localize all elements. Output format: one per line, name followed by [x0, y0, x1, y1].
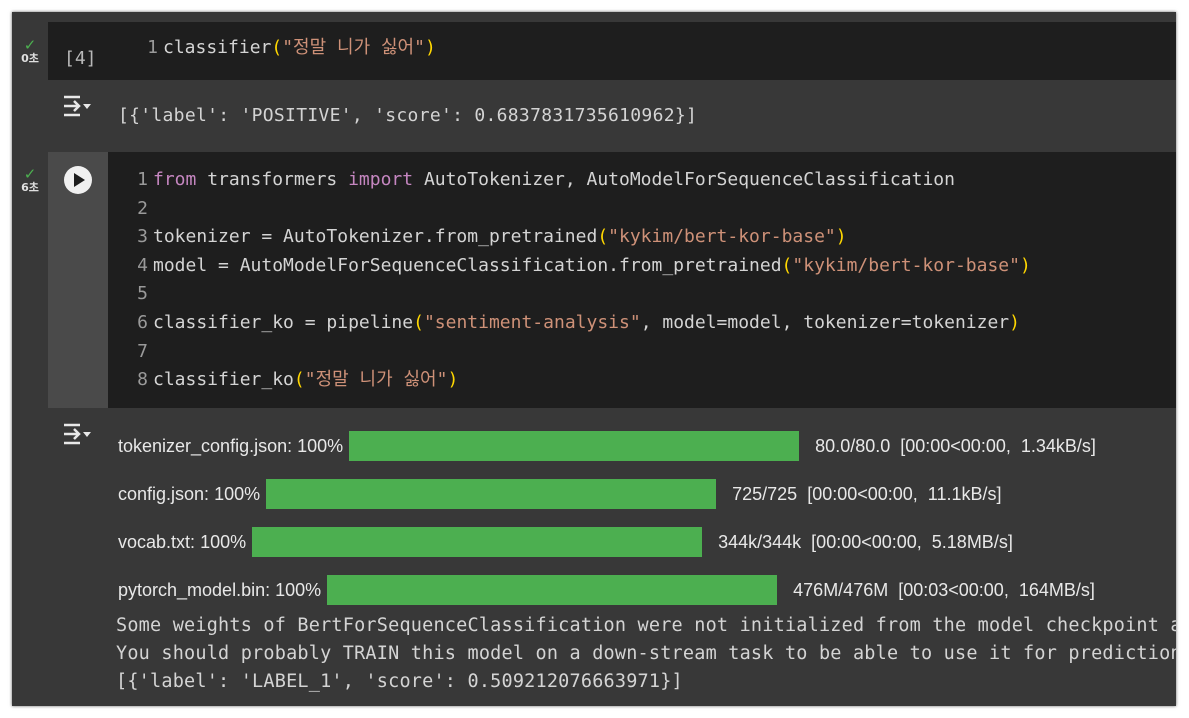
code-line: 5: [130, 280, 1031, 309]
progress-row: vocab.txt: 100% 344k/344k [00:00<00:00, 5…: [118, 526, 1013, 558]
code-line: 6 classifier_ko = pipeline("sentiment-ana…: [130, 309, 1031, 338]
progress-bar: [327, 575, 778, 605]
code-token: ): [835, 226, 847, 248]
cell-2-exec-time: 6초: [21, 181, 39, 194]
code-token: (: [781, 254, 793, 276]
line-number: 3: [137, 226, 148, 248]
cell-1-output: [{'label': 'POSITIVE', 'score': 0.683783…: [48, 80, 1176, 150]
code-line: 7: [130, 338, 1031, 367]
cell-1-status: ✓ 0초: [12, 38, 48, 65]
line-number: 5: [137, 283, 148, 305]
code-string: "kykim/bert-kor-base": [792, 254, 1020, 276]
progress-file-name: tokenizer_config.json:: [118, 435, 293, 456]
progress-row: config.json: 100% 725/725 [00:00<00:00, 1…: [118, 478, 1002, 510]
code-line: 2: [130, 195, 1031, 224]
cell-2-status: ✓ 6초: [12, 167, 48, 194]
code-token: (: [413, 311, 424, 333]
code-string: "정말 니가 싫어": [304, 369, 448, 391]
progress-stats: 80.0/80.0 [00:00<00:00, 1.34kB/s]: [815, 435, 1096, 456]
line-number: 8: [137, 369, 148, 391]
code-token: (: [597, 226, 609, 248]
code-string: "sentiment-analysis": [423, 311, 641, 333]
code-block: 1 from transformers import AutoTokenizer,…: [130, 166, 1031, 395]
cell-1-code-editor[interactable]: [4] 1 classifier("정말 니가 싫어"): [48, 22, 1176, 80]
code-token: (: [271, 37, 283, 58]
cell-1-exec-time: 0초: [21, 52, 39, 65]
code-keyword: import: [348, 169, 414, 190]
progress-stats: 344k/344k [00:00<00:00, 5.18MB/s]: [718, 531, 1013, 552]
cell-2-code-editor[interactable]: 1 from transformers import AutoTokenizer,…: [108, 152, 1176, 408]
code-keyword: from: [153, 169, 197, 190]
code-token: tokenizer = AutoTokenizer.from_pretraine…: [153, 226, 598, 248]
notebook-frame: ✓ 0초 [4] 1 classifier("정말 니가 싫어") [{'labe…: [12, 12, 1176, 706]
code-token: AutoTokenizer, AutoModelForSequenceClass…: [413, 169, 955, 190]
log-line: Some weights of BertForSequenceClassific…: [116, 615, 1176, 636]
code-token: classifier_ko: [153, 369, 294, 391]
code-line: 1 classifier("정말 니가 싫어"): [140, 34, 436, 63]
progress-stats: 725/725 [00:00<00:00, 11.1kB/s]: [732, 483, 1002, 504]
progress-percent: 100%: [297, 435, 344, 456]
cell-2-output: tokenizer_config.json: 100% 80.0/80.0 [00…: [48, 408, 1176, 706]
progress-file-name: config.json:: [118, 483, 210, 504]
line-number: 6: [137, 311, 148, 333]
progress-stats: 476M/476M [00:03<00:00, 164MB/s]: [793, 579, 1095, 600]
code-token: ): [424, 37, 436, 58]
check-icon: ✓: [23, 165, 37, 183]
progress-bar: [266, 479, 717, 509]
code-token: ): [1019, 254, 1031, 276]
code-line: 4 model = AutoModelForSequenceClassificat…: [130, 252, 1031, 281]
line-number: 1: [147, 37, 158, 58]
code-token: ): [447, 369, 459, 391]
log-line: You should probably TRAIN this model on …: [116, 643, 1176, 664]
line-number: 7: [137, 340, 148, 362]
code-line: 3 tokenizer = AutoTokenizer.from_pretrain…: [130, 223, 1031, 252]
line-number: 1: [137, 169, 148, 190]
code-token: ): [1009, 311, 1020, 333]
line-number: 2: [137, 197, 148, 219]
progress-bar: [349, 431, 800, 461]
code-token: (: [293, 369, 305, 391]
cell-1-exec-count: [4]: [64, 48, 97, 69]
code-line: 1 from transformers import AutoTokenizer,…: [130, 166, 1031, 195]
progress-file-name: vocab.txt:: [118, 531, 196, 552]
code-line: 8 classifier_ko("정말 니가 싫어"): [130, 366, 1031, 395]
progress-bar: [252, 527, 703, 557]
progress-percent: 100%: [214, 483, 261, 504]
progress-percent: 100%: [275, 579, 322, 600]
output-toggle-icon[interactable]: [62, 420, 96, 450]
progress-row: tokenizer_config.json: 100% 80.0/80.0 [00…: [118, 430, 1096, 462]
progress-file-name: pytorch_model.bin:: [118, 579, 271, 600]
check-icon: ✓: [23, 36, 37, 54]
log-line: [{'label': 'LABEL_1', 'score': 0.5092120…: [116, 671, 683, 692]
code-token: classifier_ko = pipeline: [153, 311, 414, 333]
cell-gutter: [12, 12, 48, 706]
progress-row: pytorch_model.bin: 100% 476M/476M [00:03<…: [118, 574, 1095, 606]
code-token: , model=model, tokenizer=tokenizer: [640, 311, 1010, 333]
output-toggle-icon[interactable]: [62, 92, 96, 122]
run-cell-button[interactable]: [64, 166, 92, 194]
code-string: "kykim/bert-kor-base": [608, 226, 836, 248]
code-token: classifier: [163, 37, 272, 58]
code-token: transformers: [196, 169, 349, 190]
code-token: model = AutoModelForSequenceClassificati…: [153, 254, 782, 276]
progress-percent: 100%: [200, 531, 247, 552]
cell-1-output-text: [{'label': 'POSITIVE', 'score': 0.683783…: [118, 105, 698, 126]
line-number: 4: [137, 254, 148, 276]
code-string: "정말 니가 싫어": [282, 37, 425, 58]
cell-2-run-area: [48, 152, 108, 408]
